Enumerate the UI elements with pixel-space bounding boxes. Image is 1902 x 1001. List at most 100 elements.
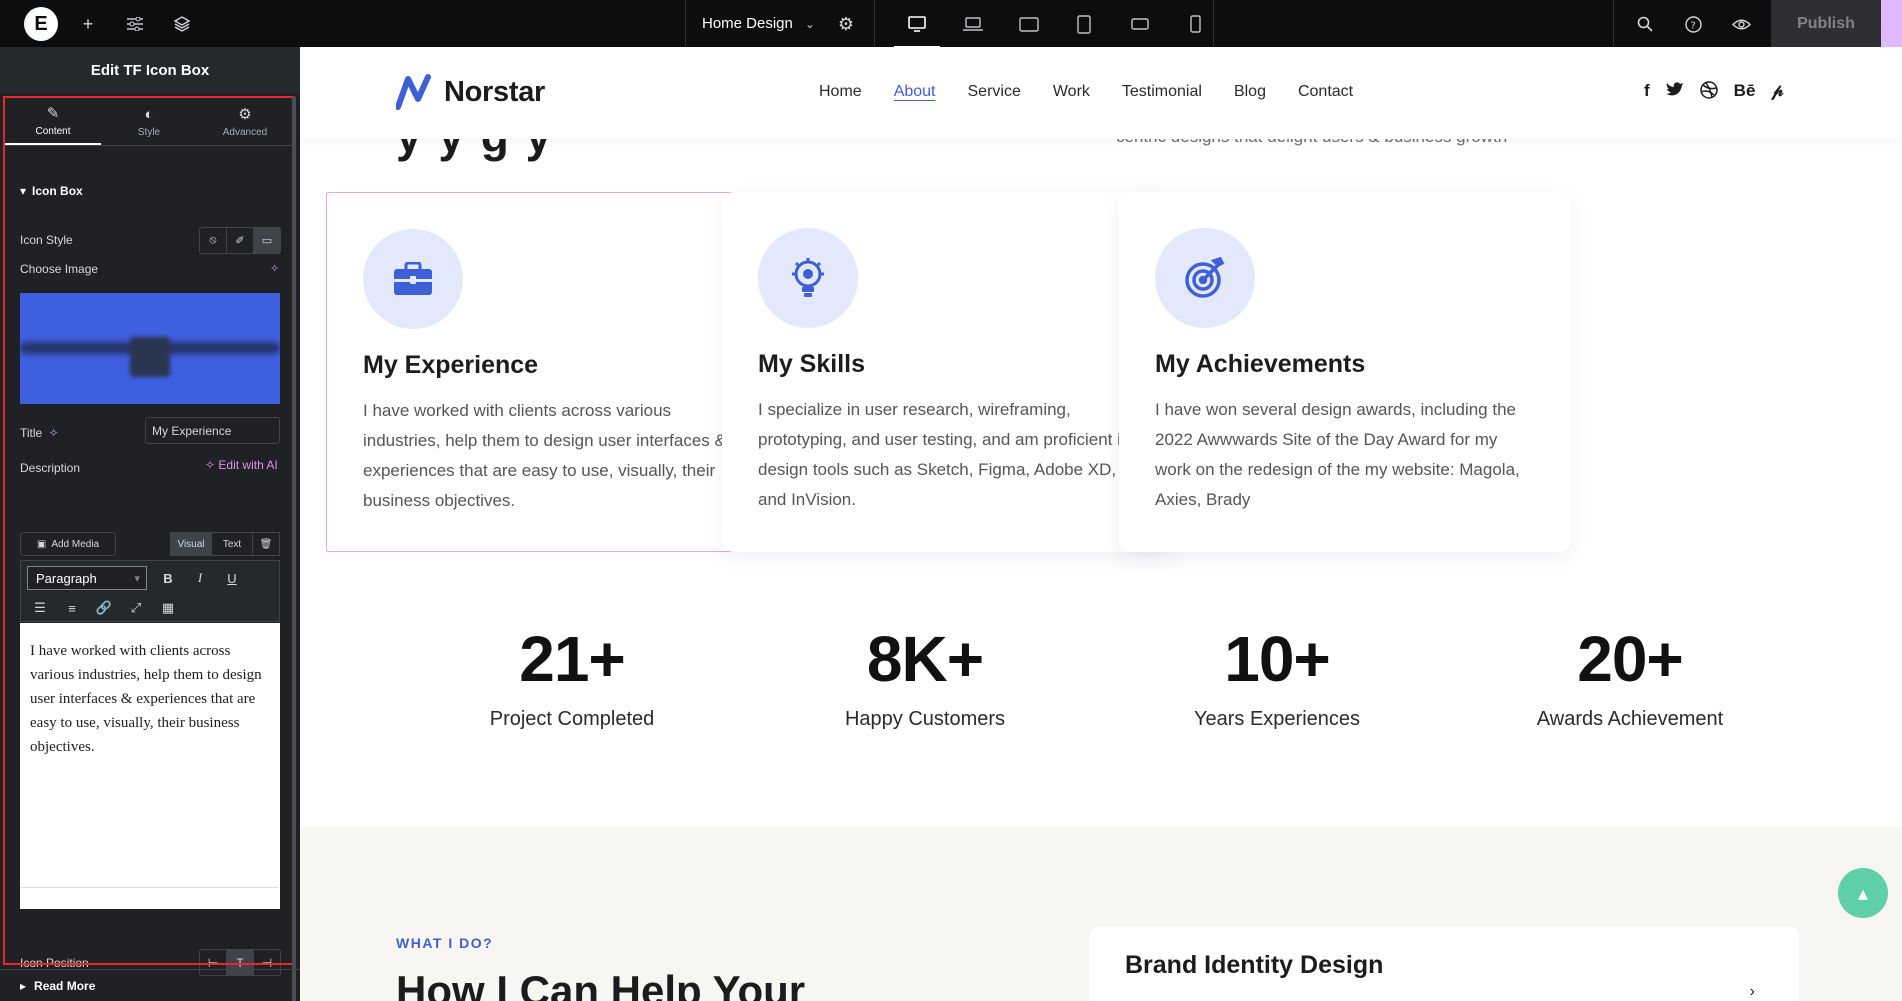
facebook-icon[interactable]: f [1644, 81, 1650, 104]
scroll-to-top-button[interactable]: ▴ [1838, 868, 1888, 918]
icon-box-card[interactable]: My Skills I specialize in user research,… [722, 192, 1174, 552]
nav-home[interactable]: Home [819, 83, 862, 101]
pinterest-icon[interactable]: 𝓅 [1771, 81, 1783, 104]
icon-style-none-icon[interactable]: ⦸ [200, 228, 227, 253]
underline-icon[interactable]: U [221, 567, 243, 589]
add-element-icon[interactable]: + [75, 11, 101, 37]
card-title: My Experience [363, 351, 539, 379]
tab-content[interactable]: ✎ Content [5, 98, 101, 145]
add-media-button[interactable]: ▣ Add Media [20, 532, 116, 556]
ai-sparkle-icon[interactable]: ✧ [270, 262, 279, 275]
page-settings-gear-icon[interactable]: ⚙ [833, 11, 859, 37]
preview-eye-icon[interactable] [1728, 11, 1754, 37]
tab-text[interactable]: Text [212, 533, 253, 555]
nav-contact[interactable]: Contact [1298, 83, 1353, 101]
image-preview-box [130, 337, 170, 377]
panel-scrollbar[interactable] [292, 96, 296, 1001]
link-icon[interactable]: 🔗 [93, 597, 115, 619]
nav-blog[interactable]: Blog [1234, 83, 1266, 101]
tablet-portrait-device-icon[interactable] [1071, 11, 1097, 37]
elementor-logo-icon[interactable]: E [24, 7, 58, 41]
numbered-list-icon[interactable]: ≡ [61, 597, 83, 619]
stat-value: 8K+ [866, 623, 984, 695]
twitter-icon[interactable] [1665, 81, 1684, 104]
behance-icon[interactable]: Bē [1734, 81, 1756, 104]
arrow-up-icon: ▴ [1857, 882, 1869, 905]
mobile-portrait-device-icon[interactable] [1182, 11, 1208, 37]
trash-icon[interactable]: 🗑 [253, 533, 279, 555]
card-description: I specialize in user research, wireframi… [758, 400, 1131, 509]
target-icon [1155, 228, 1255, 328]
title-input[interactable] [145, 417, 280, 444]
nav-testimonial[interactable]: Testimonial [1122, 83, 1202, 101]
italic-icon[interactable]: I [189, 567, 211, 589]
stat-label: Happy Customers [844, 708, 1006, 730]
site-header: Norstar Home About Service Work Testimon… [300, 47, 1902, 139]
document-name: Home Design [702, 15, 793, 32]
laptop-device-icon[interactable] [960, 11, 986, 37]
structure-layers-icon[interactable] [169, 11, 195, 37]
publish-button[interactable]: Publish [1771, 0, 1881, 47]
title-label: Title ✧ [20, 426, 59, 440]
icon-style-image-icon[interactable]: ▭ [254, 228, 280, 253]
card-description: I have won several design awards, includ… [1155, 400, 1520, 509]
main-nav: Home About Service Work Testimonial Blog… [819, 83, 1353, 101]
nav-work[interactable]: Work [1053, 83, 1090, 101]
briefcase-icon [363, 229, 463, 329]
tab-style[interactable]: ◐ Style [101, 98, 197, 145]
tab-visual[interactable]: Visual [171, 533, 212, 555]
editor-content: I have worked with clients across variou… [30, 643, 262, 755]
tab-style-label: Style [137, 126, 161, 138]
nav-service[interactable]: Service [968, 83, 1021, 101]
stat-label: Awards Achievement [1536, 708, 1724, 730]
editor-resize-handle[interactable] [20, 887, 278, 909]
editor-topbar: E + Home Design ⌄ ⚙ ? Publish [0, 0, 1902, 48]
rich-text-editor[interactable]: I have worked with clients across variou… [20, 623, 280, 909]
icon-box-card[interactable]: My Experience I have worked with clients… [326, 192, 778, 552]
tab-content-label: Content [35, 126, 71, 137]
site-settings-icon[interactable] [122, 11, 148, 37]
stat-value: 10+ [1224, 623, 1331, 695]
mobile-landscape-device-icon[interactable] [1127, 11, 1153, 37]
lightbulb-gear-icon [758, 228, 858, 328]
publish-options-button[interactable] [1881, 0, 1902, 47]
section-read-more-toggle[interactable]: ▸ Read More [0, 969, 300, 1001]
icon-box-card[interactable]: My Achievements I have won several desig… [1119, 192, 1571, 552]
panel-title: Edit TF Icon Box [0, 47, 300, 93]
tab-advanced[interactable]: ⚙ Advanced [197, 98, 293, 145]
social-links: f Bē 𝓅 [1644, 81, 1784, 104]
section-icon-box-toggle[interactable]: ▾ Icon Box [20, 184, 83, 198]
section-icon-box-label: Icon Box [32, 184, 83, 198]
help-icon[interactable]: ? [1680, 11, 1706, 37]
brand-logo-icon [396, 74, 431, 110]
editor-panel: Edit TF Icon Box ✎ Content ◐ Style ⚙ Adv… [0, 47, 300, 1001]
ai-sparkle-icon[interactable]: ✧ [49, 426, 59, 440]
brand[interactable]: Norstar [396, 73, 545, 111]
caret-down-icon: ▾ [20, 184, 27, 198]
toolbar-toggle-icon[interactable]: ▦ [157, 597, 179, 619]
desktop-device-icon[interactable] [894, 11, 940, 48]
nav-about[interactable]: About [894, 83, 936, 101]
tab-advanced-label: Advanced [222, 127, 268, 138]
add-media-label: Add Media [51, 538, 100, 550]
bold-icon[interactable]: B [157, 567, 179, 589]
panel-tabs: ✎ Content ◐ Style ⚙ Advanced [5, 98, 293, 146]
dribbble-icon[interactable] [1699, 81, 1718, 104]
fullscreen-icon[interactable]: ⤢ [125, 597, 147, 619]
services-heading: How I Can Help Your [396, 967, 806, 1001]
service-title: Brand Identity Design [1125, 951, 1384, 979]
image-preview[interactable] [20, 293, 280, 404]
search-icon[interactable] [1632, 11, 1658, 37]
format-select[interactable]: Paragraph [27, 566, 147, 590]
choose-image-label: Choose Image [20, 262, 99, 276]
editor-mode-tabs: Visual Text 🗑 [170, 532, 280, 556]
chevron-down-icon: ⌄ [804, 16, 815, 31]
tablet-landscape-device-icon[interactable] [1016, 11, 1042, 37]
ai-sparkle-icon: ✧ [205, 458, 216, 472]
bullet-list-icon[interactable]: ☰ [29, 597, 51, 619]
service-accordion-item[interactable]: Brand Identity Design › [1089, 927, 1799, 1001]
edit-with-ai-button[interactable]: ✧ Edit with AI [205, 458, 278, 472]
icon-style-brush-icon[interactable]: ✐ [227, 228, 254, 253]
gear-icon: ⚙ [238, 106, 252, 123]
responsive-mode-switcher [874, 0, 1214, 48]
